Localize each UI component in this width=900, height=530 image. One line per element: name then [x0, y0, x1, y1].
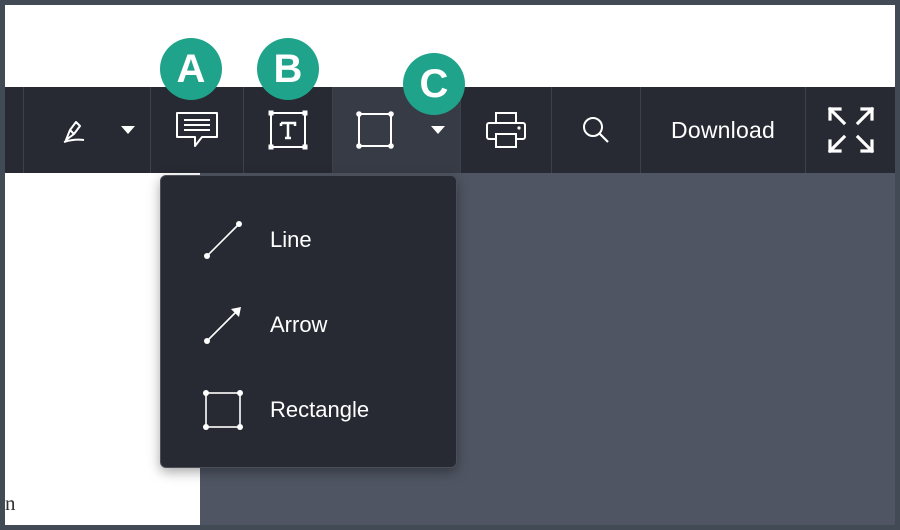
callout-badge-c: C [403, 53, 465, 115]
menu-item-label: Arrow [270, 312, 328, 337]
pen-tool-button[interactable] [45, 87, 103, 173]
fullscreen-icon [827, 106, 874, 154]
menu-item-label: Line [270, 227, 312, 252]
search-icon [583, 117, 609, 143]
rectangle-icon [201, 388, 245, 432]
fullscreen-button[interactable] [806, 87, 895, 173]
pdf-viewer-window: n Download A B C Line Arrow Rectangle [5, 5, 895, 525]
search-button[interactable] [552, 87, 640, 173]
dropdown-caret-icon [121, 126, 135, 134]
download-button[interactable]: Download [641, 87, 805, 173]
callout-badge-b: B [257, 38, 319, 100]
pen-tool-dropdown-button[interactable] [113, 87, 143, 173]
download-label: Download [671, 116, 775, 143]
comment-icon [176, 112, 218, 147]
dropdown-caret-icon [431, 126, 445, 134]
text-box-icon [268, 110, 308, 150]
rectangle-tool-button[interactable] [347, 87, 403, 173]
arrow-icon [201, 303, 245, 347]
line-icon [201, 218, 245, 262]
rectangle-icon [356, 111, 394, 149]
print-icon [486, 112, 526, 148]
callout-badge-a: A [160, 38, 222, 100]
comment-tool-button[interactable] [151, 87, 243, 173]
document-text: n [5, 491, 16, 515]
print-button[interactable] [461, 87, 551, 173]
menu-item-line[interactable]: Line [161, 198, 456, 282]
shape-dropdown-menu: Line Arrow Rectangle [160, 175, 457, 468]
menu-item-label: Rectangle [270, 397, 370, 422]
menu-item-rectangle[interactable]: Rectangle [161, 368, 456, 452]
pen-icon [63, 121, 85, 143]
menu-item-arrow[interactable]: Arrow [161, 283, 456, 367]
